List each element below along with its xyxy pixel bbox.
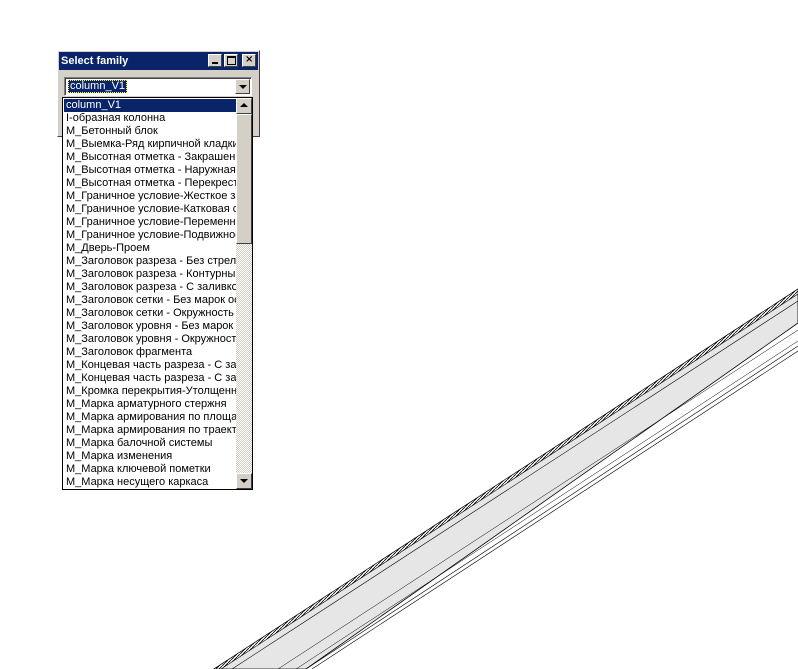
dropdown-item[interactable]: M_Марка армирования по траектории [64, 424, 237, 437]
dropdown-item[interactable]: M_Дверь-Проем [64, 242, 237, 255]
dropdown-item[interactable]: M_Марка изменения [64, 450, 237, 463]
family-combobox[interactable]: column_V1 [64, 77, 252, 96]
close-icon[interactable]: × [242, 54, 256, 67]
beam-element[interactable] [213, 288, 798, 669]
dropdown-item[interactable]: M_Заголовок разреза - С заливкой [64, 281, 237, 294]
dropdown-item[interactable]: M_Концевая часть разреза - С засечкой [64, 372, 237, 385]
dropdown-item[interactable]: M_Заголовок уровня - Без марок [64, 320, 237, 333]
chevron-down-icon[interactable] [235, 79, 250, 94]
dropdown-item[interactable]: M_Марка ключевой пометки [64, 463, 237, 476]
dropdown-item[interactable]: M_Заголовок разреза - Без стрелки [64, 255, 237, 268]
beam-edge-line [295, 340, 798, 669]
dropdown-item[interactable]: M_Высотная отметка - Наружная [64, 164, 237, 177]
dropdown-item[interactable]: M_Марка армирования по площади [64, 411, 237, 424]
dropdown-item[interactable]: M_Заголовок сетки - Без марок осей [64, 294, 237, 307]
dropdown-items: column_V1 I-образная колонна M_Бетонный бл… [64, 99, 237, 488]
scrollbar-thumb[interactable] [236, 114, 252, 244]
dropdown-item[interactable]: column_V1 [64, 99, 237, 112]
dropdown-item[interactable]: M_Кромка перекрытия-Утолщенная [64, 385, 237, 398]
dropdown-item[interactable]: I-образная колонна [64, 112, 237, 125]
dropdown-item[interactable]: M_Заголовок уровня - Окружность [64, 333, 237, 346]
dropdown-item[interactable]: M_Марка несущего каркаса [64, 476, 237, 488]
minimize-icon[interactable] [208, 54, 222, 67]
beam-edge-line [277, 329, 798, 669]
dropdown-item[interactable]: M_Высотная отметка - Перекрестие [64, 177, 237, 190]
arrow-up-icon[interactable] [236, 98, 252, 114]
dropdown-item[interactable]: M_Заголовок разреза - Контурный [64, 268, 237, 281]
dropdown-item[interactable]: M_Концевая часть разреза - С заливкой [64, 359, 237, 372]
family-combobox-value[interactable]: column_V1 [68, 80, 128, 93]
beam-top-flange [213, 288, 798, 669]
dropdown-item[interactable]: M_Граничное условие-Жесткое защемление [64, 190, 237, 203]
maximize-icon[interactable] [224, 54, 238, 67]
dropdown-item[interactable]: M_Заголовок сетки - Окружность [64, 307, 237, 320]
family-dropdown-list[interactable]: column_V1 I-образная колонна M_Бетонный бл… [62, 97, 253, 490]
beam-edge-line [311, 350, 798, 669]
dropdown-item[interactable]: M_Высотная отметка - Закрашенная [64, 151, 237, 164]
dialog-title: Select family [61, 55, 129, 67]
dropdown-item[interactable]: M_Граничное условие-Переменное [64, 216, 237, 229]
dropdown-item[interactable]: M_Заголовок фрагмента [64, 346, 237, 359]
dropdown-item[interactable]: M_Бетонный блок [64, 125, 237, 138]
dropdown-item[interactable]: M_Граничное условие-Подвижное [64, 229, 237, 242]
dropdown-item[interactable]: M_Марка арматурного стержня [64, 398, 237, 411]
dropdown-item[interactable]: M_Марка балочной системы [64, 437, 237, 450]
dialog-titlebar[interactable]: Select family × [59, 52, 258, 70]
dropdown-item[interactable]: M_Граничное условие-Катковая опора [64, 203, 237, 216]
dropdown-item[interactable]: M_Выемка-Ряд кирпичной кладки [64, 138, 237, 151]
beam-edge-line [231, 300, 798, 669]
beam-edge-line [305, 345, 798, 669]
arrow-down-icon[interactable] [236, 473, 252, 489]
dropdown-scrollbar[interactable] [236, 98, 252, 489]
